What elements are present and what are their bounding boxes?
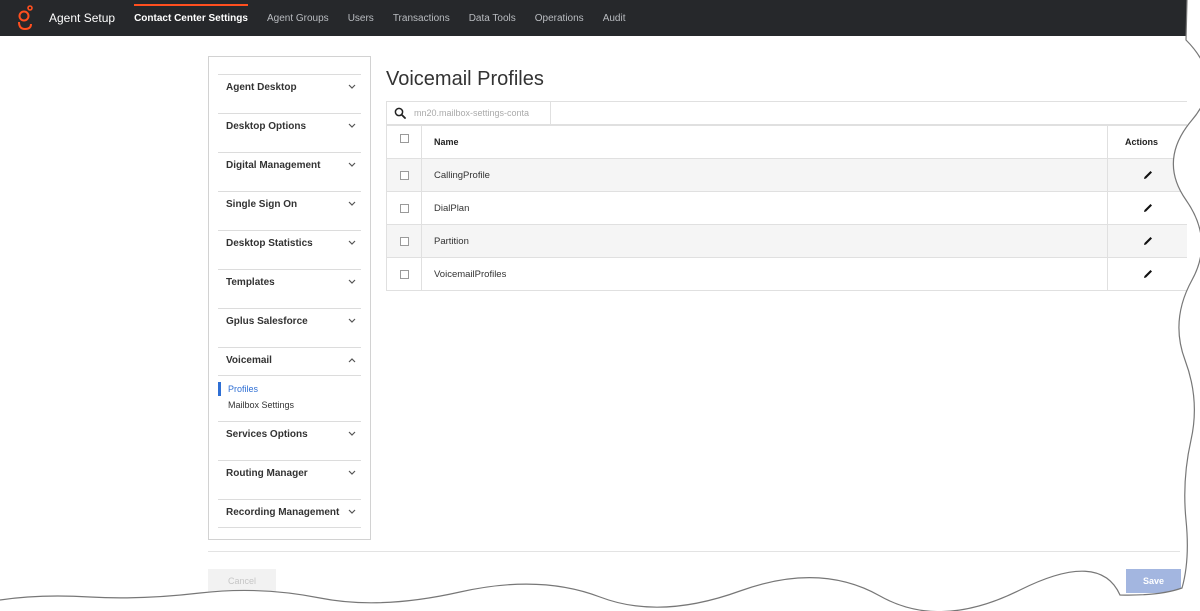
sidebar-section-label: Voicemail [226,354,272,366]
profile-name: VoicemailProfiles [434,268,507,280]
sidebar-section-agent-desktop[interactable]: Agent Desktop [218,74,361,99]
row-checkbox[interactable] [399,170,409,180]
nav-tab-users[interactable]: Users [348,0,374,36]
chevron-down-icon [348,468,356,478]
sidebar-section-desktop-options[interactable]: Desktop Options [218,113,361,138]
divider [218,375,361,376]
chevron-down-icon [348,160,356,170]
column-header-actions: Actions [1107,126,1187,158]
nav-tab-contact-center-settings[interactable]: Contact Center Settings [134,0,248,36]
nav-tab-transactions[interactable]: Transactions [393,0,450,36]
sidebar-section-label: Templates [226,276,275,288]
sidebar-section-recording-management[interactable]: Recording Management [218,499,361,524]
app-title[interactable]: Agent Setup [49,11,115,25]
sidebar-section-desktop-statistics[interactable]: Desktop Statistics [218,230,361,255]
cancel-button[interactable]: Cancel [208,569,276,593]
sidebar-section-label: Desktop Options [226,120,307,132]
edit-pencil-icon[interactable] [1141,234,1155,248]
save-button[interactable]: Save [1126,569,1181,593]
profile-name: CallingProfile [434,169,490,181]
table-row[interactable]: CallingProfile [387,158,1187,191]
row-checkbox[interactable] [399,203,409,213]
column-header-name[interactable]: Name [422,126,1107,158]
sidebar-section-label: Single Sign On [226,198,298,210]
search-input[interactable] [413,102,551,124]
sidebar-section-label: Desktop Statistics [226,237,313,249]
sidebar-section-voicemail[interactable]: Voicemail [218,347,361,372]
profile-name: Partition [434,235,469,247]
table-row[interactable]: DialPlan [387,191,1187,224]
select-all-cell [387,126,422,158]
table-row[interactable]: VoicemailProfiles [387,257,1187,290]
sidebar-section-routing-manager[interactable]: Routing Manager [218,460,361,485]
row-checkbox[interactable] [399,269,409,279]
edit-pencil-icon[interactable] [1141,168,1155,182]
table-row[interactable]: Partition [387,224,1187,257]
chevron-up-icon [348,355,356,365]
search-icon [387,102,413,124]
sidebar-item-profiles[interactable]: Profiles [218,382,258,396]
nav-tab-operations[interactable]: Operations [535,0,584,36]
sidebar-section-label: Agent Desktop [226,81,297,93]
sidebar-section-label: Gplus Salesforce [226,315,308,327]
nav-tab-data-tools[interactable]: Data Tools [469,0,516,36]
sidebar-section-gplus-salesforce[interactable]: Gplus Salesforce [218,308,361,333]
search-bar [386,101,1187,125]
chevron-down-icon [348,316,356,326]
sidebar-section-single-sign-on[interactable]: Single Sign On [218,191,361,216]
sidebar-section-templates[interactable]: Templates [218,269,361,294]
sidebar-section-label: Digital Management [226,159,321,171]
actions-cell [1107,192,1187,224]
sidebar-section-digital-management[interactable]: Digital Management [218,152,361,177]
chevron-down-icon [348,121,356,131]
sidebar-item-mailbox-settings[interactable]: Mailbox Settings [218,398,294,412]
chevron-down-icon [348,507,356,517]
sidebar-section-services-options[interactable]: Services Options [218,421,361,446]
actions-cell [1107,225,1187,257]
sidebar-section-label: Services Options [226,428,308,440]
top-nav-bar: Agent Setup Contact Center Settings Agen… [0,0,1187,36]
nav-tab-audit[interactable]: Audit [603,0,626,36]
chevron-down-icon [348,277,356,287]
footer-divider [208,551,1180,552]
chevron-down-icon [348,199,356,209]
sidebar-section-label: Recording Management [226,506,340,518]
profiles-table: Name Actions CallingProfile DialPlan Par… [386,125,1187,291]
edit-pencil-icon[interactable] [1141,201,1155,215]
table-header-row: Name Actions [387,125,1187,158]
profile-name: DialPlan [434,202,470,214]
edit-pencil-icon[interactable] [1141,267,1155,281]
actions-cell [1107,258,1187,290]
select-all-checkbox[interactable] [399,133,409,143]
row-check-cell [387,192,422,224]
sidebar-section-label: Routing Manager [226,467,308,479]
nav-tab-agent-groups[interactable]: Agent Groups [267,0,329,36]
page-title: Voicemail Profiles [386,68,544,90]
row-check-cell [387,159,422,191]
row-checkbox[interactable] [399,236,409,246]
divider [218,527,361,528]
genesys-logo-icon[interactable] [10,0,40,36]
chevron-down-icon [348,429,356,439]
torn-edge-decoration [0,0,1200,611]
settings-sidebar: Agent Desktop Desktop Options Digital Ma… [208,56,371,540]
row-check-cell [387,258,422,290]
chevron-down-icon [348,82,356,92]
row-check-cell [387,225,422,257]
chevron-down-icon [348,238,356,248]
actions-cell [1107,159,1187,191]
